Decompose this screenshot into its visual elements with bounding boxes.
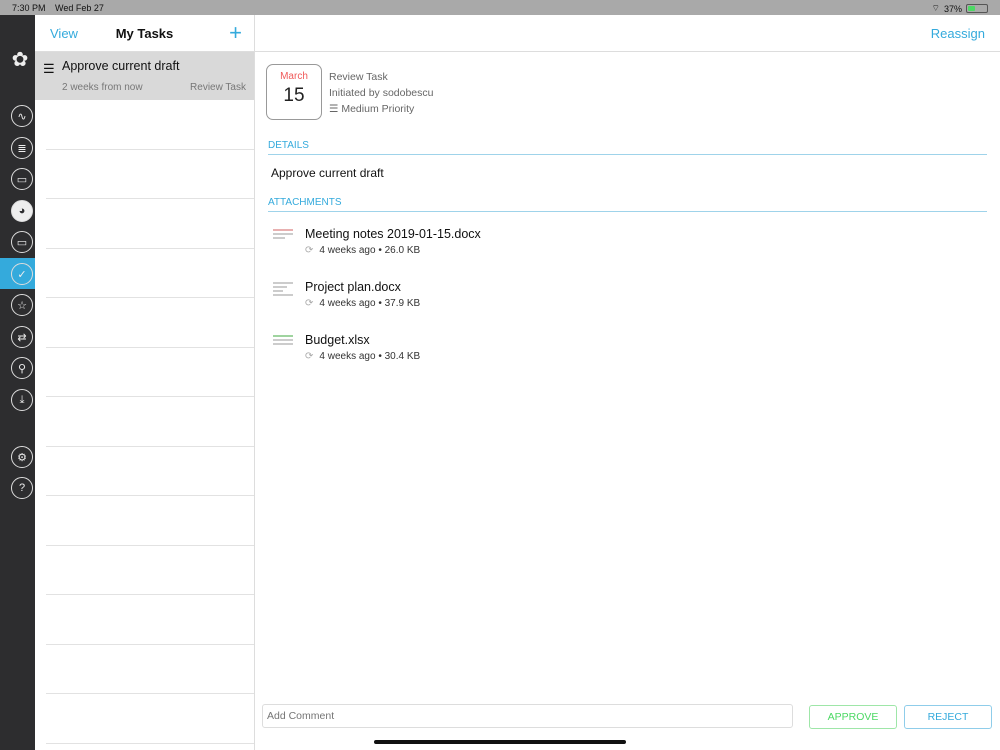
tasks-check-icon[interactable]: ✓ [11,263,33,285]
empty-row [46,645,254,694]
help-icon[interactable]: ? [11,477,33,499]
task-type: Review Task [329,71,388,83]
folder-icon[interactable]: ▭ [11,231,33,253]
attachment-item[interactable]: Budget.xlsx ⟳ 4 weeks ago • 30.4 KB [273,333,873,373]
spreadsheet-thumbnail-icon [273,333,293,353]
globe-icon[interactable]: ◕ [11,200,33,222]
add-task-button[interactable]: + [229,20,242,46]
approve-button[interactable]: APPROVE [809,705,897,729]
battery-percent: 37% [943,3,962,14]
gear-icon[interactable]: ⚙ [11,446,33,468]
empty-row [46,100,254,150]
sync-icon[interactable]: ⇄ [11,326,33,348]
search-icon[interactable]: ⚲ [11,357,33,379]
attachment-name: Budget.xlsx [305,333,370,347]
empty-row [46,150,254,199]
detail-header: Reassign [255,15,1000,52]
task-list-panel: View My Tasks + ☰ Approve current draft … [35,15,255,750]
task-name: Approve current draft [62,59,180,73]
activity-icon[interactable]: ∿ [11,105,33,127]
status-bar: 7:30 PM Wed Feb 27 ⌔ 37% [0,0,1000,15]
attachment-meta: 4 weeks ago • 37.9 KB [319,298,421,309]
task-meta: Review Task Initiated by sodobescu ☰ Med… [329,69,434,117]
task-list-item[interactable]: ☰ Approve current draft 2 weeks from now… [35,52,254,100]
due-date-calendar: March 15 [266,64,322,120]
attachments-header: ATTACHMENTS [268,197,987,212]
status-date: Wed Feb 27 [55,3,104,13]
logo-icon[interactable]: ✿ [9,48,31,71]
document-thumbnail-icon [273,280,293,300]
empty-row [46,298,254,348]
details-header: DETAILS [268,140,987,155]
star-icon[interactable]: ☆ [11,294,33,316]
due-day: 15 [283,85,305,106]
priority-icon: ☰ [43,61,55,76]
empty-row [46,447,254,496]
reject-button[interactable]: REJECT [904,705,992,729]
task-initiator: Initiated by sodobescu [329,87,434,99]
home-indicator [374,740,626,744]
task-detail: Reassign March 15 Review Task Initiated … [255,15,1000,750]
comment-input[interactable] [262,704,793,728]
due-month: March [280,71,308,82]
task-priority: Medium Priority [341,103,415,115]
reassign-button[interactable]: Reassign [931,26,985,41]
empty-row [46,249,254,298]
empty-row [46,397,254,447]
database-icon[interactable]: ≣ [11,137,33,159]
sidebar: ✿ ∿ ≣ ▭ ◕ ▭ ✓ ☆ ⇄ ⚲ ⤓ ⚙ ? [0,15,35,750]
document-thumbnail-icon [273,227,293,247]
task-due: 2 weeks from now [62,82,143,93]
empty-row [46,496,254,546]
attachment-name: Meeting notes 2019-01-15.docx [305,227,481,241]
attachment-item[interactable]: Meeting notes 2019-01-15.docx ⟳ 4 weeks a… [273,227,873,267]
details-text: Approve current draft [271,166,384,180]
attachment-name: Project plan.docx [305,280,401,294]
empty-row [46,694,254,744]
priority-icon: ☰ [329,103,342,115]
attachment-meta: 4 weeks ago • 30.4 KB [319,351,421,362]
status-time: 7:30 PM [12,3,46,13]
shared-folder-icon[interactable]: ▭ [11,168,33,190]
task-type: Review Task [190,82,246,93]
battery-icon [966,4,988,13]
list-title: My Tasks [115,26,174,41]
sync-icon: ⟳ [305,298,314,309]
attachment-meta: 4 weeks ago • 26.0 KB [319,245,421,256]
wifi-icon: ⌔ [931,3,940,13]
download-icon[interactable]: ⤓ [11,389,33,411]
sync-icon: ⟳ [305,245,314,256]
empty-row [46,348,254,397]
list-header: View My Tasks + [35,15,254,52]
empty-row [46,546,254,595]
attachment-item[interactable]: Project plan.docx ⟳ 4 weeks ago • 37.9 KB [273,280,873,320]
empty-row [46,595,254,645]
sync-icon: ⟳ [305,351,314,362]
empty-row [46,199,254,249]
